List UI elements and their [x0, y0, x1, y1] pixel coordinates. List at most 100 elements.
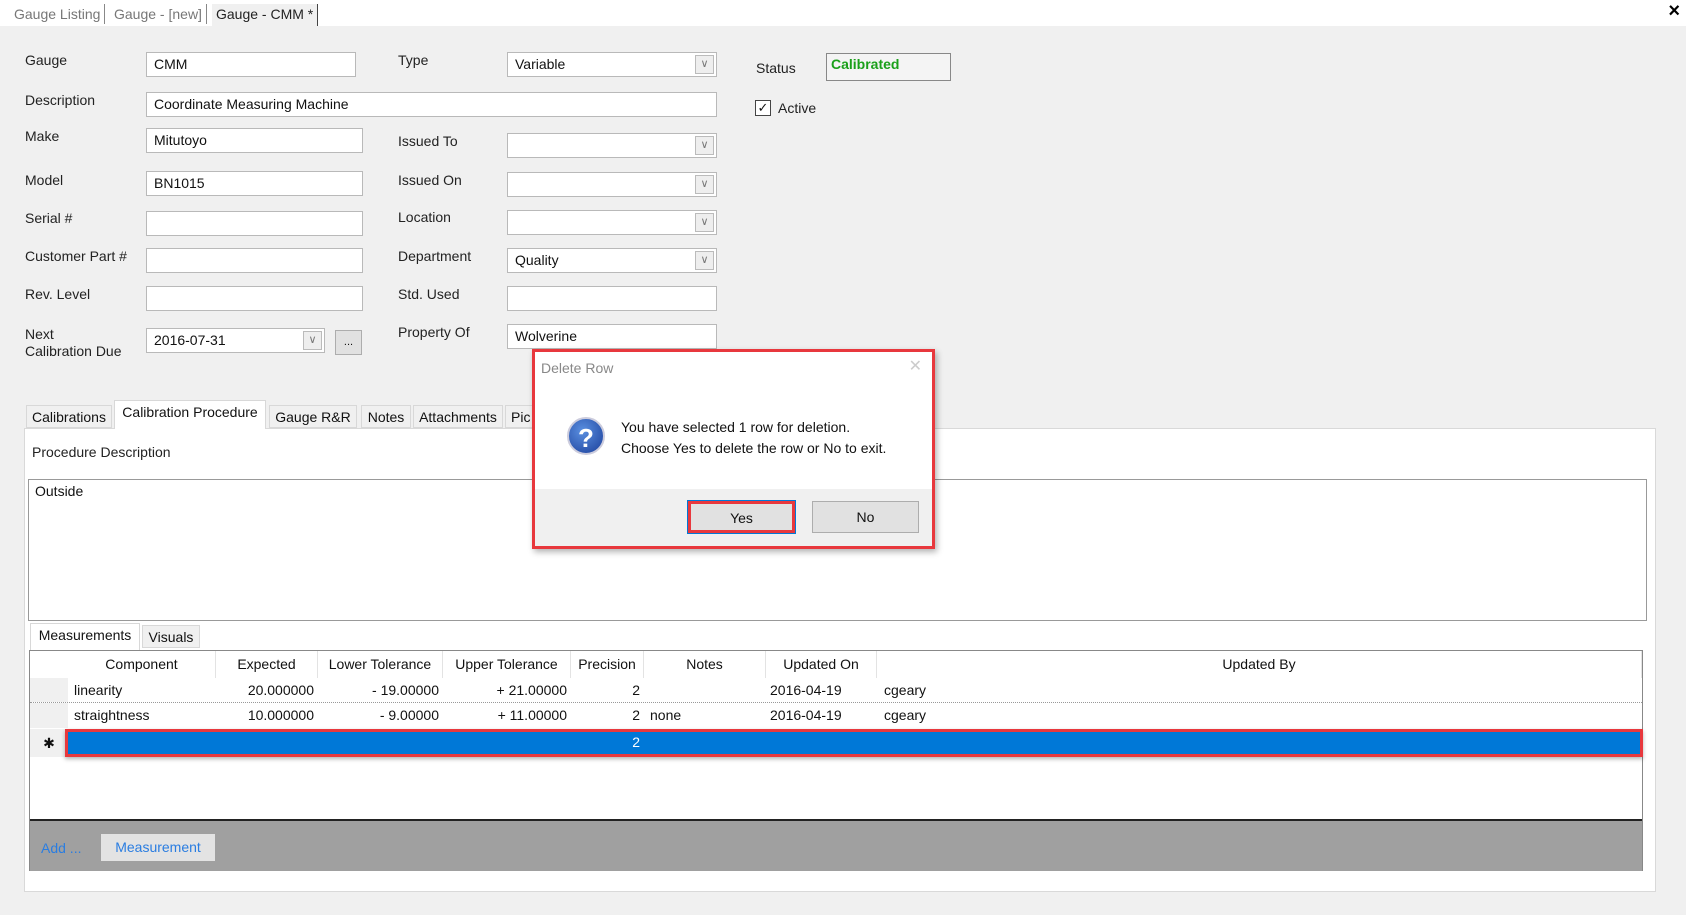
measurements-grid: Component Expected Lower Tolerance Upper…: [29, 650, 1643, 871]
cell-notes[interactable]: [650, 678, 766, 702]
cell-lower-tolerance[interactable]: - 9.00000: [318, 703, 443, 727]
next-cal-value: 2016-07-31: [154, 332, 226, 348]
cell-component[interactable]: linearity: [74, 678, 214, 702]
property-of-label: Property Of: [398, 324, 470, 340]
make-input[interactable]: Mitutoyo: [146, 128, 363, 153]
department-value: Quality: [515, 252, 559, 268]
status-badge: Calibrated: [826, 53, 951, 81]
grid-header: Component Expected Lower Tolerance Upper…: [30, 651, 1642, 678]
cell-notes[interactable]: none: [650, 703, 766, 727]
col-updated-on[interactable]: Updated On: [766, 651, 877, 678]
document-tabs: Gauge Listing Gauge - [new] Gauge - CMM …: [0, 0, 1686, 26]
cell-lower-tolerance[interactable]: - 19.00000: [318, 678, 443, 702]
active-label: Active: [778, 100, 817, 116]
cell-updated-by[interactable]: cgeary: [884, 678, 1084, 702]
ellipsis-button[interactable]: ...: [335, 330, 362, 355]
tab-attachments[interactable]: Attachments: [413, 405, 503, 428]
selected-row-highlight[interactable]: 2: [65, 729, 1643, 757]
grid-footer: Add ... Measurement: [30, 819, 1642, 871]
property-of-input[interactable]: Wolverine: [507, 324, 717, 349]
chevron-down-icon[interactable]: ∨: [695, 251, 714, 270]
serial-label: Serial #: [25, 210, 73, 226]
issued-to-select[interactable]: ∨: [507, 133, 717, 158]
cell-expected[interactable]: 10.000000: [216, 703, 318, 727]
customer-part-input[interactable]: [146, 248, 363, 273]
col-updated-by[interactable]: Updated By: [877, 651, 1642, 678]
delete-row-dialog: Delete Row ✕ ? You have selected 1 row f…: [532, 349, 935, 549]
question-icon: ?: [567, 417, 605, 455]
tab-calibration-procedure[interactable]: Calibration Procedure: [114, 400, 266, 429]
cell-precision[interactable]: 2: [571, 703, 644, 727]
location-label: Location: [398, 209, 451, 225]
issued-to-label: Issued To: [398, 133, 458, 149]
cell-expected[interactable]: 20.000000: [216, 678, 318, 702]
cell-updated-by[interactable]: cgeary: [884, 703, 1084, 727]
cell-updated-on[interactable]: 2016-04-19: [770, 703, 875, 727]
table-row[interactable]: linearity 20.000000 - 19.00000 + 21.0000…: [30, 678, 1642, 703]
location-select[interactable]: ∨: [507, 210, 717, 235]
add-link[interactable]: Add ...: [41, 840, 81, 856]
department-select[interactable]: Quality ∨: [507, 248, 717, 273]
model-input[interactable]: BN1015: [146, 171, 363, 196]
doc-tab-gauge-cmm[interactable]: Gauge - CMM *: [212, 4, 319, 26]
col-lower-tolerance[interactable]: Lower Tolerance: [318, 651, 443, 678]
dialog-title: Delete Row: [541, 360, 614, 376]
tab-calibrations[interactable]: Calibrations: [26, 405, 112, 428]
no-button[interactable]: No: [812, 501, 919, 533]
dialog-footer: Yes No: [535, 489, 932, 546]
cell-upper-tolerance[interactable]: + 21.00000: [443, 678, 571, 702]
type-label: Type: [398, 52, 429, 68]
active-checkbox[interactable]: ✓: [755, 100, 771, 116]
doc-tab-gauge-new[interactable]: Gauge - [new]: [110, 4, 207, 24]
chevron-down-icon[interactable]: ∨: [695, 136, 714, 155]
next-cal-date-picker[interactable]: 2016-07-31 ∨: [146, 328, 325, 353]
doc-tab-gauge-listing[interactable]: Gauge Listing: [10, 4, 106, 24]
std-used-input[interactable]: [507, 286, 717, 311]
cell-component[interactable]: straightness: [74, 703, 214, 727]
type-select[interactable]: Variable ∨: [507, 52, 717, 77]
new-row-selected[interactable]: ✱ 2: [30, 729, 1643, 757]
tab-gauge-rr[interactable]: Gauge R&R: [269, 405, 357, 428]
status-label: Status: [756, 60, 796, 76]
gauge-label: Gauge: [25, 52, 68, 68]
subtab-visuals[interactable]: Visuals: [142, 625, 200, 648]
col-component[interactable]: Component: [68, 651, 216, 678]
type-value: Variable: [515, 56, 566, 72]
department-label: Department: [398, 248, 472, 264]
row-header[interactable]: [30, 703, 68, 728]
std-used-label: Std. Used: [398, 286, 460, 302]
tab-notes[interactable]: Notes: [361, 405, 411, 428]
table-row[interactable]: straightness 10.000000 - 9.00000 + 11.00…: [30, 703, 1642, 729]
col-upper-tolerance[interactable]: Upper Tolerance: [443, 651, 571, 678]
col-notes[interactable]: Notes: [644, 651, 766, 678]
gauge-input[interactable]: CMM: [146, 52, 356, 77]
col-expected[interactable]: Expected: [216, 651, 318, 678]
yes-button[interactable]: Yes: [687, 500, 796, 534]
description-label: Description: [25, 92, 96, 108]
cell-updated-on[interactable]: 2016-04-19: [770, 678, 875, 702]
cell-precision[interactable]: 2: [571, 678, 644, 702]
procedure-description-label: Procedure Description: [32, 444, 171, 460]
row-header[interactable]: [30, 678, 68, 702]
dialog-message-line2: Choose Yes to delete the row or No to ex…: [621, 440, 887, 456]
add-measurement-button[interactable]: Measurement: [101, 834, 215, 861]
procedure-text: Outside: [35, 483, 84, 499]
close-icon[interactable]: ×: [1668, 0, 1680, 23]
chevron-down-icon[interactable]: ∨: [695, 55, 714, 74]
issued-on-label: Issued On: [398, 172, 462, 188]
cell-upper-tolerance[interactable]: + 11.00000: [443, 703, 571, 727]
cell-precision[interactable]: 2: [571, 730, 644, 754]
subtab-measurements[interactable]: Measurements: [30, 623, 140, 650]
next-cal-label-2: Calibration Due: [25, 343, 122, 359]
serial-input[interactable]: [146, 211, 363, 236]
chevron-down-icon[interactable]: ∨: [695, 213, 714, 232]
chevron-down-icon[interactable]: ∨: [695, 175, 714, 194]
dialog-message-line1: You have selected 1 row for deletion.: [621, 419, 851, 435]
dialog-close-icon[interactable]: ✕: [909, 356, 922, 376]
new-row-marker-icon: ✱: [30, 729, 68, 757]
col-precision[interactable]: Precision: [571, 651, 644, 678]
description-input[interactable]: Coordinate Measuring Machine: [146, 92, 717, 117]
rev-level-input[interactable]: [146, 286, 363, 311]
issued-on-select[interactable]: ∨: [507, 172, 717, 197]
chevron-down-icon[interactable]: ∨: [303, 331, 322, 350]
